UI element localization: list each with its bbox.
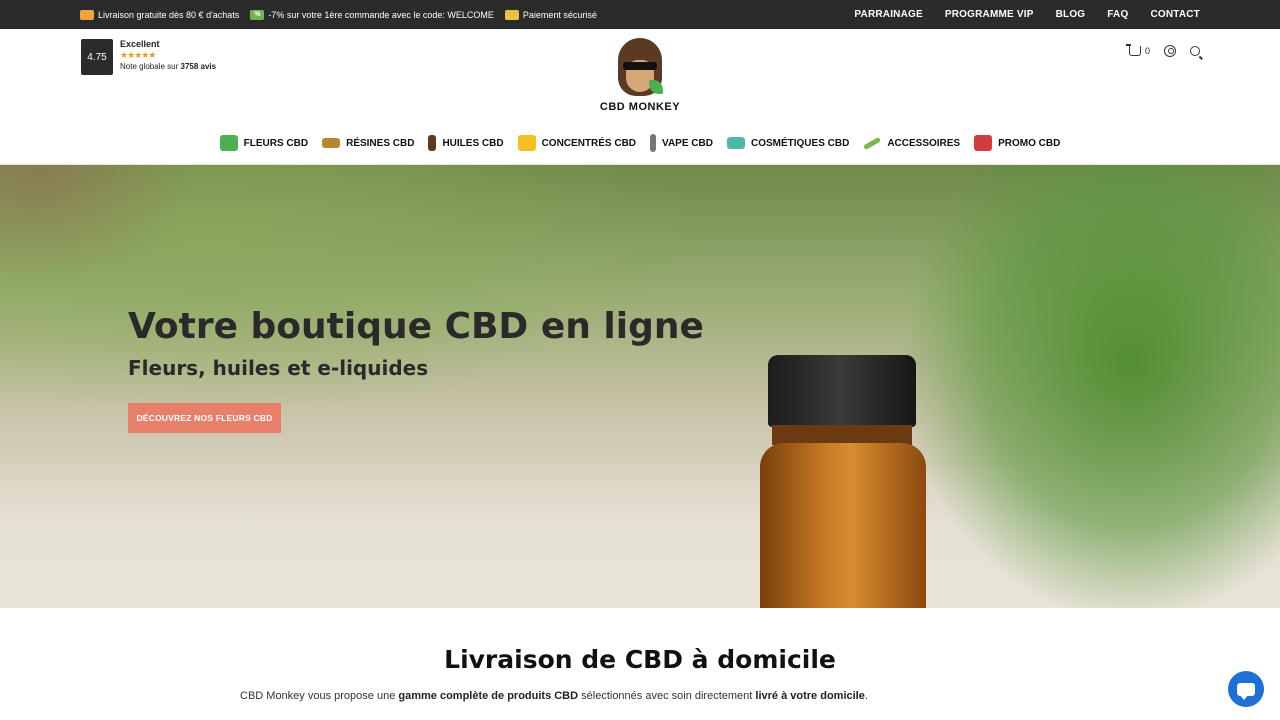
chat-button[interactable] (1228, 671, 1264, 707)
menu-item-promo-cbd[interactable]: PROMO CBD (974, 135, 1060, 151)
truck-icon (80, 9, 94, 20)
rating-label: Excellent (120, 39, 160, 49)
menu-item-label: VAPE CBD (662, 137, 713, 149)
rating-total-prefix: Note globale sur (120, 62, 179, 71)
hemp-plant-image (900, 165, 1280, 608)
header-actions: 0 (1115, 44, 1200, 57)
hero-banner (0, 165, 1280, 608)
top-links: PARRAINAGE PROGRAMME VIP BLOG FAQ CONTAC… (832, 0, 1200, 29)
promo-secure-payment-text: Paiement sécurisé (522, 9, 597, 20)
cart-icon (1125, 44, 1141, 56)
intro-text-part: . (864, 690, 868, 702)
user-icon (1164, 45, 1176, 57)
menu-item-label: ACCESSOIRES (887, 137, 961, 149)
site-logo[interactable]: CBD MONKEY (590, 38, 690, 118)
menu-item-concentres-cbd[interactable]: CONCENTRÉS CBD (517, 135, 637, 151)
top-bar: Livraison gratuite dès 80 € d'achats % -… (0, 0, 1280, 29)
rating-score: 4.75 (81, 39, 113, 75)
search-icon (1190, 46, 1200, 56)
percent-icon: % (250, 9, 265, 20)
link-blog[interactable]: BLOG (1056, 9, 1086, 20)
rating-total-count: 3758 avis (180, 62, 217, 71)
link-programme-vip[interactable]: PROGRAMME VIP (945, 9, 1034, 20)
menu-item-cosmetiques-cbd[interactable]: COSMÉTIQUES CBD (726, 137, 850, 149)
menu-item-label: PROMO CBD (998, 137, 1061, 149)
cart-button[interactable]: 0 (1125, 44, 1150, 56)
promo-secure-payment: Paiement sécurisé (504, 9, 597, 20)
intro-text-part: CBD Monkey vous propose une (240, 690, 399, 702)
menu-item-label: HUILES CBD (442, 137, 504, 149)
search-button[interactable] (1190, 46, 1200, 56)
account-button[interactable] (1164, 45, 1176, 57)
link-parrainage[interactable]: PARRAINAGE (854, 9, 922, 20)
promo-icon (974, 135, 993, 151)
promo-free-shipping: Livraison gratuite dès 80 € d'achats (80, 9, 240, 20)
accessories-icon (863, 136, 882, 150)
rating-stars-icon: ★★★★★ (120, 50, 156, 60)
link-contact[interactable]: CONTACT (1150, 9, 1200, 20)
hero-subtitle: Fleurs, huiles et e-liquides (128, 356, 429, 380)
menu-item-label: RÉSINES CBD (346, 137, 415, 149)
promo-welcome-code-text: -7% sur votre 1ère commande avec le code… (268, 9, 494, 20)
intro-text-bold: gamme complète de produits CBD (398, 690, 579, 702)
promo-strip: Livraison gratuite dès 80 € d'achats % -… (80, 0, 608, 29)
discover-flowers-button[interactable]: DÉCOUVREZ NOS FLEURS CBD (128, 403, 281, 433)
promo-welcome-code: % -7% sur votre 1ère commande avec le co… (250, 9, 494, 20)
rating-info: Excellent ★★★★★ Note globale sur 3758 av… (120, 39, 216, 75)
resin-icon (322, 138, 341, 148)
main-menu: FLEURS CBD RÉSINES CBD HUILES CBD CONCEN… (0, 130, 1280, 156)
menu-item-label: COSMÉTIQUES CBD (750, 137, 850, 149)
hero-title: Votre boutique CBD en ligne (128, 306, 704, 347)
rating-widget[interactable]: 4.75 Excellent ★★★★★ Note globale sur 37… (81, 39, 216, 75)
menu-item-label: CONCENTRÉS CBD (541, 137, 637, 149)
leaf-icon (219, 135, 238, 151)
intro-text-part: sélectionnés avec soin directement (578, 690, 756, 702)
section-intro: CBD Monkey vous propose une gamme complè… (240, 690, 868, 702)
menu-item-label: FLEURS CBD (243, 137, 309, 149)
promo-free-shipping-text: Livraison gratuite dès 80 € d'achats (98, 9, 240, 20)
menu-item-vape-cbd[interactable]: VAPE CBD (650, 134, 713, 152)
section-title: Livraison de CBD à domicile (444, 645, 836, 674)
chat-bubble-icon (1237, 682, 1255, 700)
menu-item-resines-cbd[interactable]: RÉSINES CBD (322, 138, 414, 149)
link-faq[interactable]: FAQ (1107, 9, 1128, 20)
cart-count: 0 (1144, 46, 1150, 56)
oil-bottle-icon (428, 135, 437, 151)
oil-bottle-image (760, 355, 930, 608)
monkey-logo-icon (615, 38, 665, 98)
menu-item-huiles-cbd[interactable]: HUILES CBD (428, 135, 504, 151)
menu-item-fleurs-cbd[interactable]: FLEURS CBD (219, 135, 309, 151)
vape-icon (650, 134, 657, 152)
cosmetics-icon (726, 137, 745, 149)
brand-name: CBD MONKEY (599, 101, 681, 113)
menu-item-accessoires[interactable]: ACCESSOIRES (863, 136, 961, 150)
card-icon (504, 9, 519, 20)
concentrate-icon (517, 135, 536, 151)
rating-total: Note globale sur 3758 avis (120, 61, 216, 72)
intro-text-bold: livré à votre domicile (755, 690, 865, 702)
